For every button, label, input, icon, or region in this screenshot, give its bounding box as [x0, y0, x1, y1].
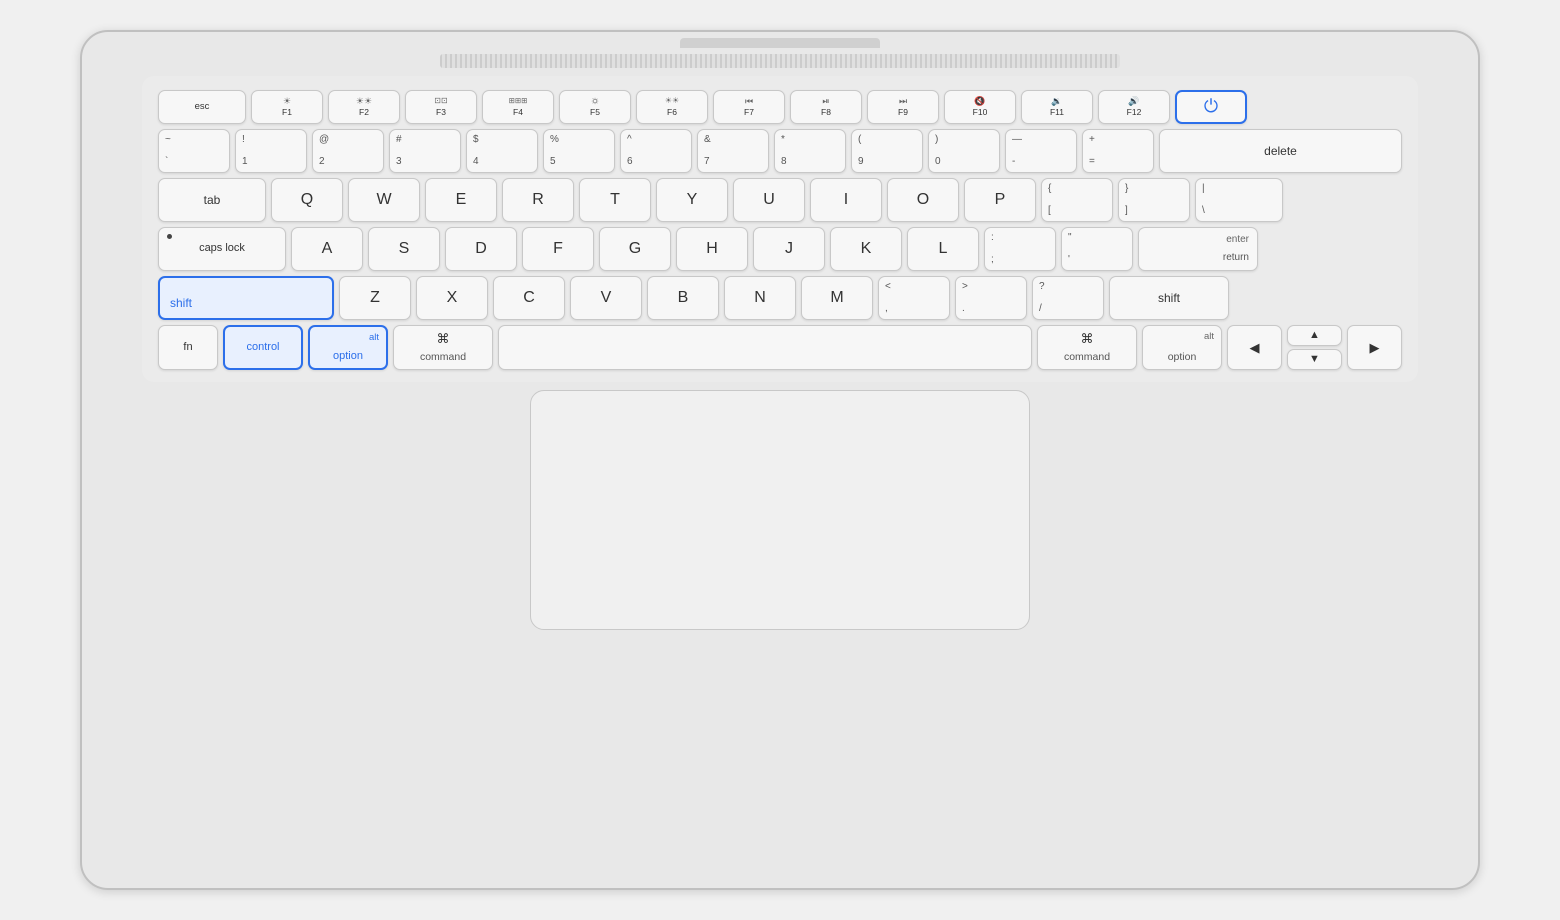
key-u[interactable]: U	[733, 178, 805, 222]
key-w[interactable]: W	[348, 178, 420, 222]
key-quote[interactable]: " '	[1061, 227, 1133, 271]
key-f8[interactable]: ⏯ F8	[790, 90, 862, 124]
key-option-left[interactable]: alt option	[308, 325, 388, 370]
key-b[interactable]: B	[647, 276, 719, 320]
key-8[interactable]: * 8	[774, 129, 846, 173]
key-command-right[interactable]: ⌘ command	[1037, 325, 1137, 370]
key-esc[interactable]: esc	[158, 90, 246, 124]
key-v[interactable]: V	[570, 276, 642, 320]
key-control[interactable]: control	[223, 325, 303, 370]
key-arrow-left[interactable]: ◀	[1227, 325, 1282, 370]
key-period[interactable]: > .	[955, 276, 1027, 320]
keyboard: esc ☀ F1 ☀☀ F2 ⊡⊡ F3 ⊞⊞⊞ F4 🌣 F5	[142, 76, 1418, 382]
key-shift-left[interactable]: shift	[158, 276, 334, 320]
key-r[interactable]: R	[502, 178, 574, 222]
qwerty-key-row: tab Q W E R T Y U I O P { [ } ] | \	[158, 178, 1402, 222]
key-x[interactable]: X	[416, 276, 488, 320]
key-y[interactable]: Y	[656, 178, 728, 222]
key-f2[interactable]: ☀☀ F2	[328, 90, 400, 124]
key-a[interactable]: A	[291, 227, 363, 271]
trackpad[interactable]	[530, 390, 1030, 630]
key-f10[interactable]: 🔇 F10	[944, 90, 1016, 124]
fn-key-row: esc ☀ F1 ☀☀ F2 ⊡⊡ F3 ⊞⊞⊞ F4 🌣 F5	[158, 90, 1402, 124]
key-o[interactable]: O	[887, 178, 959, 222]
key-f9[interactable]: ⏭ F9	[867, 90, 939, 124]
speaker-grille	[440, 54, 1120, 68]
key-j[interactable]: J	[753, 227, 825, 271]
key-z[interactable]: Z	[339, 276, 411, 320]
key-equals[interactable]: + =	[1082, 129, 1154, 173]
key-semicolon[interactable]: : ;	[984, 227, 1056, 271]
key-enter[interactable]: enter return	[1138, 227, 1258, 271]
key-fn[interactable]: fn	[158, 325, 218, 370]
key-arrow-right[interactable]: ▶	[1347, 325, 1402, 370]
key-f3[interactable]: ⊡⊡ F3	[405, 90, 477, 124]
key-3[interactable]: # 3	[389, 129, 461, 173]
key-p[interactable]: P	[964, 178, 1036, 222]
key-h[interactable]: H	[676, 227, 748, 271]
key-f6[interactable]: ☀☀ F6	[636, 90, 708, 124]
key-tab[interactable]: tab	[158, 178, 266, 222]
asdf-key-row: caps lock A S D F G H J K L : ; " ' ente…	[158, 227, 1402, 271]
key-caps-lock[interactable]: caps lock	[158, 227, 286, 271]
key-backslash[interactable]: | \	[1195, 178, 1283, 222]
key-f4[interactable]: ⊞⊞⊞ F4	[482, 90, 554, 124]
key-comma[interactable]: < ,	[878, 276, 950, 320]
key-bracket-close[interactable]: } ]	[1118, 178, 1190, 222]
key-space[interactable]	[498, 325, 1032, 370]
key-arrow-up[interactable]: ▲	[1287, 325, 1342, 346]
bottom-key-row: fn control alt option ⌘ command ⌘ comman…	[158, 325, 1402, 370]
key-power[interactable]: ⏻	[1175, 90, 1247, 124]
key-i[interactable]: I	[810, 178, 882, 222]
key-2[interactable]: @ 2	[312, 129, 384, 173]
key-k[interactable]: K	[830, 227, 902, 271]
key-c[interactable]: C	[493, 276, 565, 320]
key-7[interactable]: & 7	[697, 129, 769, 173]
key-l[interactable]: L	[907, 227, 979, 271]
key-shift-right[interactable]: shift	[1109, 276, 1229, 320]
key-option-right[interactable]: alt option	[1142, 325, 1222, 370]
key-backtick[interactable]: ~ `	[158, 129, 230, 173]
laptop-body: esc ☀ F1 ☀☀ F2 ⊡⊡ F3 ⊞⊞⊞ F4 🌣 F5	[80, 30, 1480, 890]
key-m[interactable]: M	[801, 276, 873, 320]
key-1[interactable]: ! 1	[235, 129, 307, 173]
key-5[interactable]: % 5	[543, 129, 615, 173]
key-delete[interactable]: delete	[1159, 129, 1402, 173]
key-4[interactable]: $ 4	[466, 129, 538, 173]
key-slash[interactable]: ? /	[1032, 276, 1104, 320]
key-0[interactable]: ) 0	[928, 129, 1000, 173]
key-f12[interactable]: 🔊 F12	[1098, 90, 1170, 124]
key-minus[interactable]: — -	[1005, 129, 1077, 173]
key-6[interactable]: ^ 6	[620, 129, 692, 173]
key-q[interactable]: Q	[271, 178, 343, 222]
key-g[interactable]: G	[599, 227, 671, 271]
key-n[interactable]: N	[724, 276, 796, 320]
key-command-left[interactable]: ⌘ command	[393, 325, 493, 370]
key-f7[interactable]: ⏮ F7	[713, 90, 785, 124]
number-key-row: ~ ` ! 1 @ 2 # 3 $ 4 % 5	[158, 129, 1402, 173]
hinge	[680, 38, 880, 48]
key-f1[interactable]: ☀ F1	[251, 90, 323, 124]
key-bracket-open[interactable]: { [	[1041, 178, 1113, 222]
key-f[interactable]: F	[522, 227, 594, 271]
key-t[interactable]: T	[579, 178, 651, 222]
key-arrow-down[interactable]: ▼	[1287, 349, 1342, 370]
key-e[interactable]: E	[425, 178, 497, 222]
key-f5[interactable]: 🌣 F5	[559, 90, 631, 124]
zxcv-key-row: shift Z X C V B N M < , > . ? / shift	[158, 276, 1402, 320]
key-d[interactable]: D	[445, 227, 517, 271]
key-s[interactable]: S	[368, 227, 440, 271]
key-f11[interactable]: 🔉 F11	[1021, 90, 1093, 124]
key-9[interactable]: ( 9	[851, 129, 923, 173]
